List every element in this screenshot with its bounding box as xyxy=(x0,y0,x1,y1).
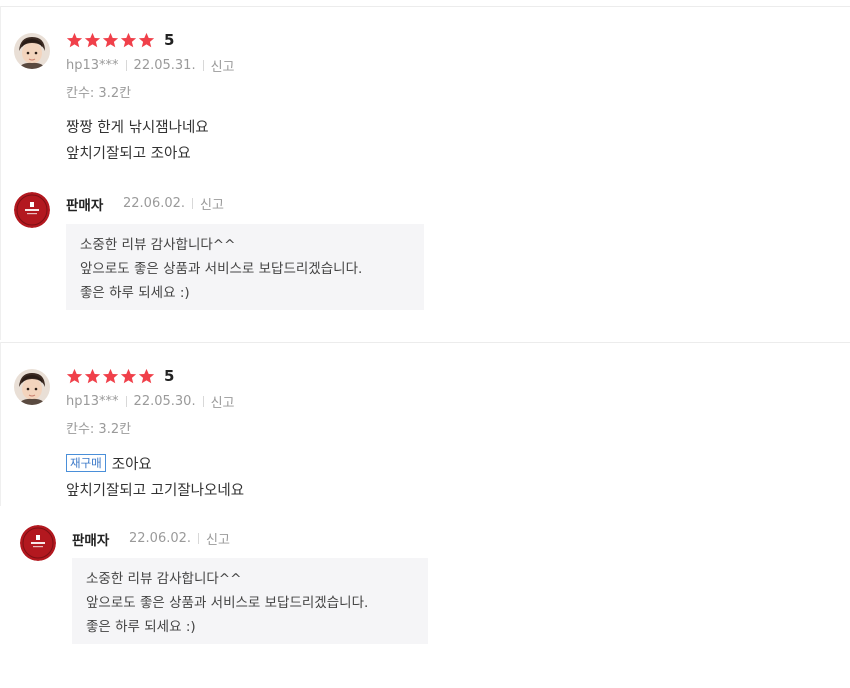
rebuy-badge: 재구매 xyxy=(66,454,106,472)
star-icon xyxy=(66,368,83,384)
review-card-2: 5 hp13*** 22.05.30. 신고 칸수: 3.2칸 재구매 조아요 앞… xyxy=(0,342,850,688)
review-line: 짱짱 한게 낚시잼나네요 xyxy=(66,120,209,136)
seller-meta: 22.06.02. 신고 xyxy=(123,194,224,213)
user-avatar xyxy=(14,369,50,405)
divider xyxy=(0,342,1,506)
seller-label: 판매자 xyxy=(66,198,104,214)
review-line-text: 조아요 xyxy=(111,457,152,473)
star-rating xyxy=(66,32,155,49)
report-link[interactable]: 신고 xyxy=(200,194,224,213)
divider xyxy=(125,396,127,407)
reply-line: 앞으로도 좋은 상품과 서비스로 보답드리겠습니다. xyxy=(86,595,369,611)
report-link[interactable]: 신고 xyxy=(211,392,235,411)
divider xyxy=(198,533,200,544)
review-card-1: 5 hp13*** 22.05.31. 신고 칸수: 3.2칸 짱짱 한게 낚시… xyxy=(0,6,850,340)
report-link[interactable]: 신고 xyxy=(206,529,230,548)
reply-line: 앞으로도 좋은 상품과 서비스로 보답드리겠습니다. xyxy=(80,261,363,277)
reply-date: 22.06.02. xyxy=(123,196,186,211)
reply-date: 22.06.02. xyxy=(129,531,192,546)
divider xyxy=(202,60,204,71)
divider xyxy=(202,396,204,407)
report-link[interactable]: 신고 xyxy=(211,56,235,75)
star-icon xyxy=(66,32,83,48)
star-icon xyxy=(138,32,155,48)
star-icon xyxy=(84,368,101,384)
seller-reply: 소중한 리뷰 감사합니다^^ 앞으로도 좋은 상품과 서비스로 보답드리겠습니다… xyxy=(72,558,428,644)
seller-meta: 22.06.02. 신고 xyxy=(129,529,230,548)
divider xyxy=(0,6,1,340)
reviewer-id: hp13*** xyxy=(66,394,119,409)
divider xyxy=(0,342,850,343)
star-icon xyxy=(138,368,155,384)
review-text: 짱짱 한게 낚시잼나네요 앞치기잘되고 조아요 xyxy=(66,115,209,167)
seller-logo-icon xyxy=(14,192,50,228)
review-line: 재구매 조아요 xyxy=(66,452,244,478)
reply-line: 소중한 리뷰 감사합니다^^ xyxy=(86,571,242,587)
rating-score: 5 xyxy=(164,367,175,385)
star-rating xyxy=(66,368,155,385)
reply-line: 좋은 하루 되세요 :) xyxy=(86,619,196,635)
divider xyxy=(192,198,194,209)
seller-label: 판매자 xyxy=(72,533,110,549)
purchase-option: 칸수: 3.2칸 xyxy=(66,86,132,101)
star-icon xyxy=(102,368,119,384)
review-line: 앞치기잘되고 고기잘나오네요 xyxy=(66,483,245,499)
divider xyxy=(125,60,127,71)
rating-score: 5 xyxy=(164,31,175,49)
divider xyxy=(0,6,850,7)
review-date: 22.05.30. xyxy=(133,394,196,409)
seller-logo-icon xyxy=(20,525,56,561)
review-text: 재구매 조아요 앞치기잘되고 고기잘나오네요 xyxy=(66,452,244,504)
star-icon xyxy=(84,32,101,48)
star-icon xyxy=(120,368,137,384)
review-meta: hp13*** 22.05.31. 신고 xyxy=(66,56,235,75)
star-icon xyxy=(120,32,137,48)
reviewer-id: hp13*** xyxy=(66,58,119,73)
review-meta: hp13*** 22.05.30. 신고 xyxy=(66,392,235,411)
purchase-option: 칸수: 3.2칸 xyxy=(66,422,132,437)
review-date: 22.05.31. xyxy=(133,58,196,73)
seller-reply: 소중한 리뷰 감사합니다^^ 앞으로도 좋은 상품과 서비스로 보답드리겠습니다… xyxy=(66,224,424,310)
star-icon xyxy=(102,32,119,48)
review-line: 앞치기잘되고 조아요 xyxy=(66,146,191,162)
user-avatar xyxy=(14,33,50,69)
reply-line: 소중한 리뷰 감사합니다^^ xyxy=(80,237,236,253)
reply-line: 좋은 하루 되세요 :) xyxy=(80,285,190,301)
